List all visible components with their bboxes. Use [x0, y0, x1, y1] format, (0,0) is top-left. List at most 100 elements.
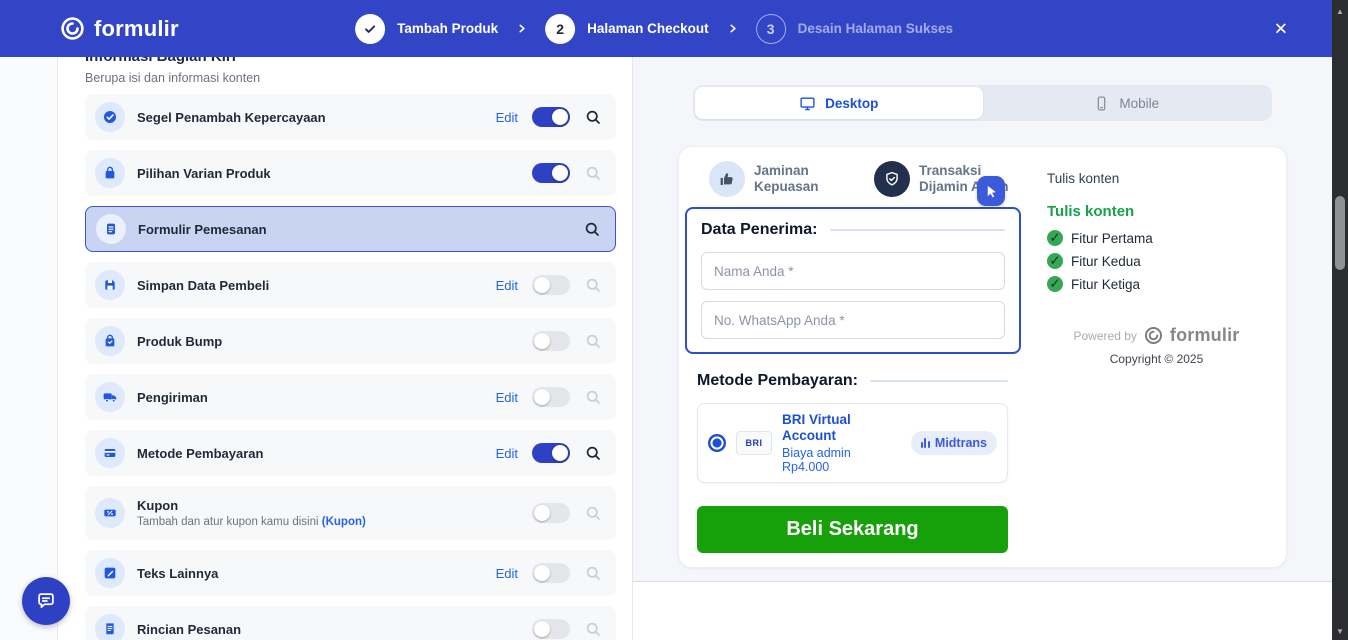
- search-icon[interactable]: [583, 220, 601, 238]
- check-circle-icon: ✓: [1047, 253, 1063, 269]
- list-item-rincian-pesanan[interactable]: Rincian Pesanan: [85, 606, 616, 640]
- edit-link[interactable]: Edit: [496, 446, 518, 461]
- copyright-text: Copyright © 2025: [1109, 352, 1204, 366]
- list-item-kupon[interactable]: Kupon Tambah dan atur kupon kamu disini …: [85, 486, 616, 540]
- toggle[interactable]: [532, 443, 570, 463]
- list-item-label: Teks Lainnya: [137, 565, 219, 581]
- toggle[interactable]: [532, 619, 570, 639]
- tab-desktop[interactable]: Desktop: [695, 87, 983, 119]
- name-field[interactable]: [701, 252, 1005, 290]
- scrollbar-thumb[interactable]: [1335, 196, 1345, 270]
- list-item-label: Rincian Pesanan: [137, 621, 242, 637]
- toggle[interactable]: [532, 163, 570, 183]
- payment-title: Metode Pembayaran:: [697, 372, 858, 389]
- scroll-up-arrow-icon[interactable]: ▲: [1332, 4, 1348, 18]
- midtrans-badge: Midtrans: [910, 431, 997, 455]
- toggle[interactable]: [532, 563, 570, 583]
- preview-area: Desktop Mobile Jaminan Kepuasan Transaks…: [633, 57, 1332, 640]
- whatsapp-field[interactable]: [701, 301, 1005, 339]
- list-item-pengiriman[interactable]: Pengiriman Edit: [85, 374, 616, 420]
- step-number: 2: [545, 13, 576, 44]
- toggle[interactable]: [532, 387, 570, 407]
- step-check-circle: [355, 13, 386, 44]
- checkout-form-column: Jaminan Kepuasan Transaksi Dijamin Aman: [685, 161, 1021, 553]
- list-item-label: Formulir Pemesanan: [138, 221, 267, 237]
- edit-link[interactable]: Edit: [496, 278, 518, 293]
- search-icon[interactable]: [584, 164, 602, 182]
- payment-option-bri-va[interactable]: BRI BRI Virtual Account Biaya admin Rp4.…: [697, 403, 1008, 483]
- list-item-label: Simpan Data Pembeli: [137, 277, 270, 293]
- edit-link[interactable]: Edit: [496, 566, 518, 581]
- save-disk-icon: [95, 270, 125, 300]
- edit-link[interactable]: Edit: [496, 390, 518, 405]
- radio-selected[interactable]: [708, 434, 726, 452]
- search-icon[interactable]: [584, 620, 602, 638]
- list-item-formulir-pemesanan[interactable]: Formulir Pemesanan: [85, 206, 616, 252]
- bag-check-icon: [95, 326, 125, 356]
- shield-check-icon: [874, 161, 910, 197]
- toggle[interactable]: [532, 275, 570, 295]
- midtrans-bars-icon: [920, 438, 930, 448]
- scroll-down-arrow-icon[interactable]: ▼: [1332, 624, 1348, 638]
- list-item-sublabel: Tambah dan atur kupon kamu disini (Kupon…: [137, 516, 532, 529]
- main-content: Informasi Bagian Kiri Berupa isi dan inf…: [0, 57, 1332, 640]
- list-item-pilihan-varian-produk[interactable]: Pilihan Varian Produk: [85, 150, 616, 196]
- list-item-teks-lainnya[interactable]: Teks Lainnya Edit: [85, 550, 616, 596]
- midtrans-label: Midtrans: [934, 436, 987, 450]
- edit-link[interactable]: Edit: [496, 110, 518, 125]
- form-document-icon: [96, 214, 126, 244]
- canvas-blank-area: [633, 582, 1332, 640]
- list-item-produk-bump[interactable]: Produk Bump: [85, 318, 616, 364]
- feature-item: ✓ Fitur Pertama: [1047, 230, 1266, 246]
- close-icon[interactable]: ✕: [1274, 20, 1288, 37]
- search-icon[interactable]: [584, 564, 602, 582]
- list-item-simpan-data-pembeli[interactable]: Simpan Data Pembeli Edit: [85, 262, 616, 308]
- badge-title: Jaminan Kepuasan: [754, 162, 819, 194]
- panel-subtitle: Berupa isi dan informasi konten: [85, 71, 261, 85]
- content-heading: Tulis konten: [1047, 203, 1135, 220]
- kupon-link[interactable]: (Kupon): [322, 516, 366, 528]
- vertical-scrollbar[interactable]: ▲ ▼: [1332, 0, 1348, 640]
- list-item-metode-pembayaran[interactable]: Metode Pembayaran Edit: [85, 430, 616, 476]
- step-label: Tambah Produk: [397, 21, 499, 36]
- device-toggle: Desktop Mobile: [693, 85, 1272, 121]
- payment-heading: Metode Pembayaran:: [697, 372, 1008, 390]
- list-item-label: Pilihan Varian Produk: [137, 165, 271, 181]
- step-tambah-produk[interactable]: Tambah Produk: [355, 13, 499, 44]
- powered-by-label: Powered by: [1073, 328, 1137, 343]
- payment-option-name: BRI Virtual Account: [782, 412, 851, 443]
- recipient-title: Data Penerima:: [701, 221, 818, 238]
- search-icon[interactable]: [584, 332, 602, 350]
- brand-logo: formulir: [60, 16, 179, 42]
- badge-check-icon: [95, 102, 125, 132]
- wizard-steps: Tambah Produk 2 Halaman Checkout 3 Desai…: [355, 13, 953, 44]
- buy-now-button[interactable]: Beli Sekarang: [697, 506, 1008, 553]
- payment-section: Metode Pembayaran: BRI BRI Virtual Accou…: [697, 372, 1008, 553]
- search-icon[interactable]: [584, 108, 602, 126]
- search-icon[interactable]: [584, 276, 602, 294]
- search-icon[interactable]: [584, 444, 602, 462]
- search-icon[interactable]: [584, 388, 602, 406]
- content-column: Tulis konten Tulis konten ✓ Fitur Pertam…: [1021, 161, 1270, 553]
- top-bar: formulir Tambah Produk 2 Halaman Checkou…: [0, 0, 1332, 57]
- drag-pointer-handle[interactable]: [977, 176, 1005, 206]
- step-halaman-checkout[interactable]: 2 Halaman Checkout: [545, 13, 709, 44]
- section-list: Segel Penambah Kepercayaan Edit Pilihan …: [85, 94, 616, 640]
- search-icon[interactable]: [584, 504, 602, 522]
- toggle[interactable]: [532, 331, 570, 351]
- tab-label: Mobile: [1119, 95, 1160, 111]
- thumbs-up-icon: [709, 161, 745, 197]
- formulir-logo-icon: [61, 17, 84, 40]
- step-label: Halaman Checkout: [587, 21, 709, 36]
- tab-mobile[interactable]: Mobile: [983, 87, 1271, 119]
- feature-item: ✓ Fitur Kedua: [1047, 253, 1266, 269]
- bri-logo: BRI: [736, 431, 772, 455]
- toggle[interactable]: [532, 503, 570, 523]
- recipient-heading: Data Penerima:: [701, 221, 1005, 239]
- toggle[interactable]: [532, 107, 570, 127]
- chat-support-button[interactable]: [22, 577, 70, 625]
- list-item-segel-penambah-kepercayaan[interactable]: Segel Penambah Kepercayaan Edit: [85, 94, 616, 140]
- list-item-label: Segel Penambah Kepercayaan: [137, 109, 326, 125]
- step-desain-halaman-sukses[interactable]: 3 Desain Halaman Sukses: [755, 13, 953, 44]
- chevron-right-icon: [729, 24, 736, 33]
